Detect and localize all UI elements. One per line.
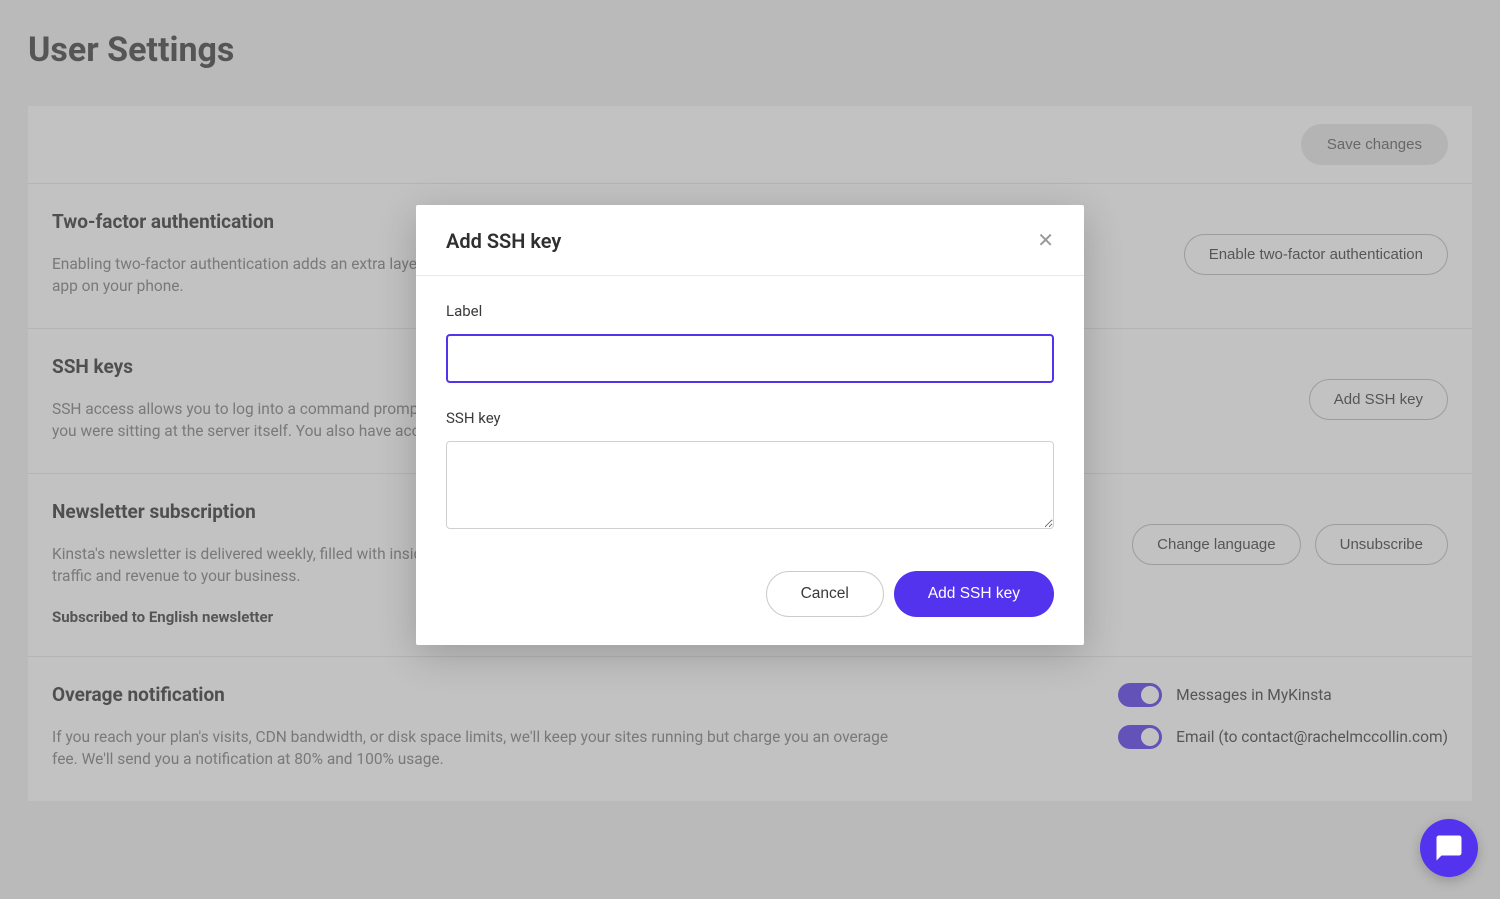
label-field-label: Label bbox=[446, 302, 1054, 320]
modal-header: Add SSH key ✕ bbox=[416, 205, 1084, 276]
cancel-button[interactable]: Cancel bbox=[766, 571, 884, 617]
modal-title: Add SSH key bbox=[446, 229, 561, 253]
add-ssh-key-confirm-button[interactable]: Add SSH key bbox=[894, 571, 1054, 617]
chat-bubble-icon[interactable] bbox=[1420, 819, 1478, 877]
modal-overlay: Add SSH key ✕ Label SSH key Cancel Add S… bbox=[0, 0, 1500, 899]
sshkey-field-label: SSH key bbox=[446, 409, 1054, 427]
add-ssh-key-modal: Add SSH key ✕ Label SSH key Cancel Add S… bbox=[416, 205, 1084, 645]
close-icon[interactable]: ✕ bbox=[1037, 231, 1054, 251]
sshkey-textarea[interactable] bbox=[446, 441, 1054, 529]
modal-footer: Cancel Add SSH key bbox=[416, 543, 1084, 645]
label-input[interactable] bbox=[446, 334, 1054, 383]
modal-body: Label SSH key bbox=[416, 276, 1084, 543]
